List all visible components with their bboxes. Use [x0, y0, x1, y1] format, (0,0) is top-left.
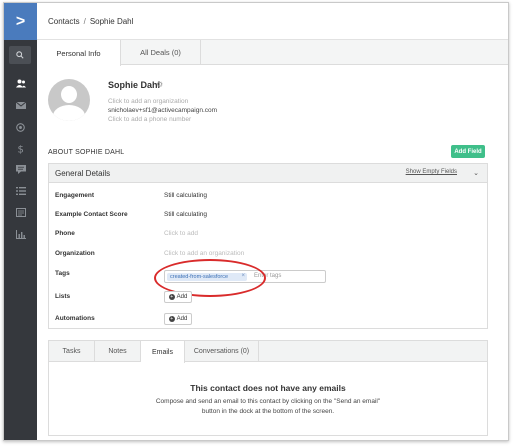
tab-emails[interactable]: Emails [141, 341, 185, 363]
breadcrumb: Contacts / Sophie Dahl [37, 3, 508, 40]
target-icon[interactable] [4, 119, 37, 135]
tab-personal-info[interactable]: Personal Info [37, 40, 121, 66]
reports-icon[interactable] [4, 226, 37, 242]
tab-tasks[interactable]: Tasks [49, 341, 95, 362]
show-empty-fields-link[interactable]: Show Empty Fields [406, 169, 457, 175]
tags-label: Tags [55, 270, 70, 277]
search-icon[interactable] [9, 46, 31, 64]
list-icon[interactable] [4, 183, 37, 199]
breadcrumb-contacts-link[interactable]: Contacts [48, 17, 80, 26]
logo-chevron-icon[interactable]: > [4, 3, 37, 40]
app-window: > $ Contacts / Sophie Dahl Personal Info… [3, 2, 509, 441]
organization-field[interactable]: Click to add an organization [108, 98, 188, 105]
avatar [48, 79, 90, 121]
contact-detail: Personal Info All Deals (0) Sophie Dahl … [37, 40, 508, 440]
mail-icon[interactable] [4, 97, 37, 113]
phone-input[interactable]: Click to add [164, 230, 198, 237]
chat-icon[interactable] [4, 161, 37, 177]
activity-panel: Tasks Notes Emails Conversations (0) Thi… [48, 340, 488, 436]
phone-field[interactable]: Click to add a phone number [108, 116, 191, 123]
sidebar: > $ [4, 3, 37, 440]
automations-label: Automations [55, 315, 95, 322]
general-details-panel: General Details Show Empty Fields ⌄ Enga… [48, 163, 488, 329]
profile-tabs: Personal Info All Deals (0) [37, 40, 508, 66]
empty-state-description: Compose and send an email to this contac… [155, 398, 381, 415]
breadcrumb-current: Sophie Dahl [89, 16, 134, 26]
activity-tabs: Tasks Notes Emails Conversations (0) [49, 341, 487, 363]
dollar-icon[interactable]: $ [4, 140, 37, 156]
gear-icon[interactable]: ⚙ [156, 80, 163, 89]
organization-label: Organization [55, 250, 95, 257]
organization-input[interactable]: Click to add an organization [164, 250, 244, 257]
empty-state-title: This contact does not have any emails [190, 383, 346, 393]
add-automation-button[interactable]: + Add [164, 313, 192, 325]
plus-icon: + [168, 294, 175, 300]
add-list-button[interactable]: + Add [164, 291, 192, 303]
engagement-value: Still calculating [164, 192, 207, 199]
example-score-label: Example Contact Score [55, 211, 128, 218]
lists-label: Lists [55, 293, 71, 300]
example-score-value: Still calculating [164, 211, 207, 218]
engagement-label: Engagement [55, 192, 95, 199]
general-details-title: General Details [55, 168, 111, 178]
contacts-icon[interactable] [4, 75, 37, 91]
general-details-header: General Details Show Empty Fields ⌄ [49, 164, 487, 183]
phone-label: Phone [55, 230, 75, 237]
chevron-down-icon[interactable]: ⌄ [473, 169, 479, 177]
add-list-label: Add [176, 294, 188, 300]
breadcrumb-separator: / [83, 16, 86, 26]
tab-all-deals[interactable]: All Deals (0) [121, 40, 201, 65]
about-heading: ABOUT SOPHIE DAHL [48, 149, 125, 156]
email-field[interactable]: snicholaev+sf1@activecampaign.com [108, 107, 217, 114]
tab-conversations[interactable]: Conversations (0) [185, 341, 259, 362]
plus-icon: + [168, 316, 175, 322]
add-automation-label: Add [176, 316, 188, 322]
add-field-button[interactable]: Add Field [451, 145, 485, 158]
contact-name[interactable]: Sophie Dahl [108, 80, 160, 90]
svg-text:$: $ [17, 144, 23, 154]
document-icon[interactable] [4, 204, 37, 220]
tab-notes[interactable]: Notes [95, 341, 141, 362]
